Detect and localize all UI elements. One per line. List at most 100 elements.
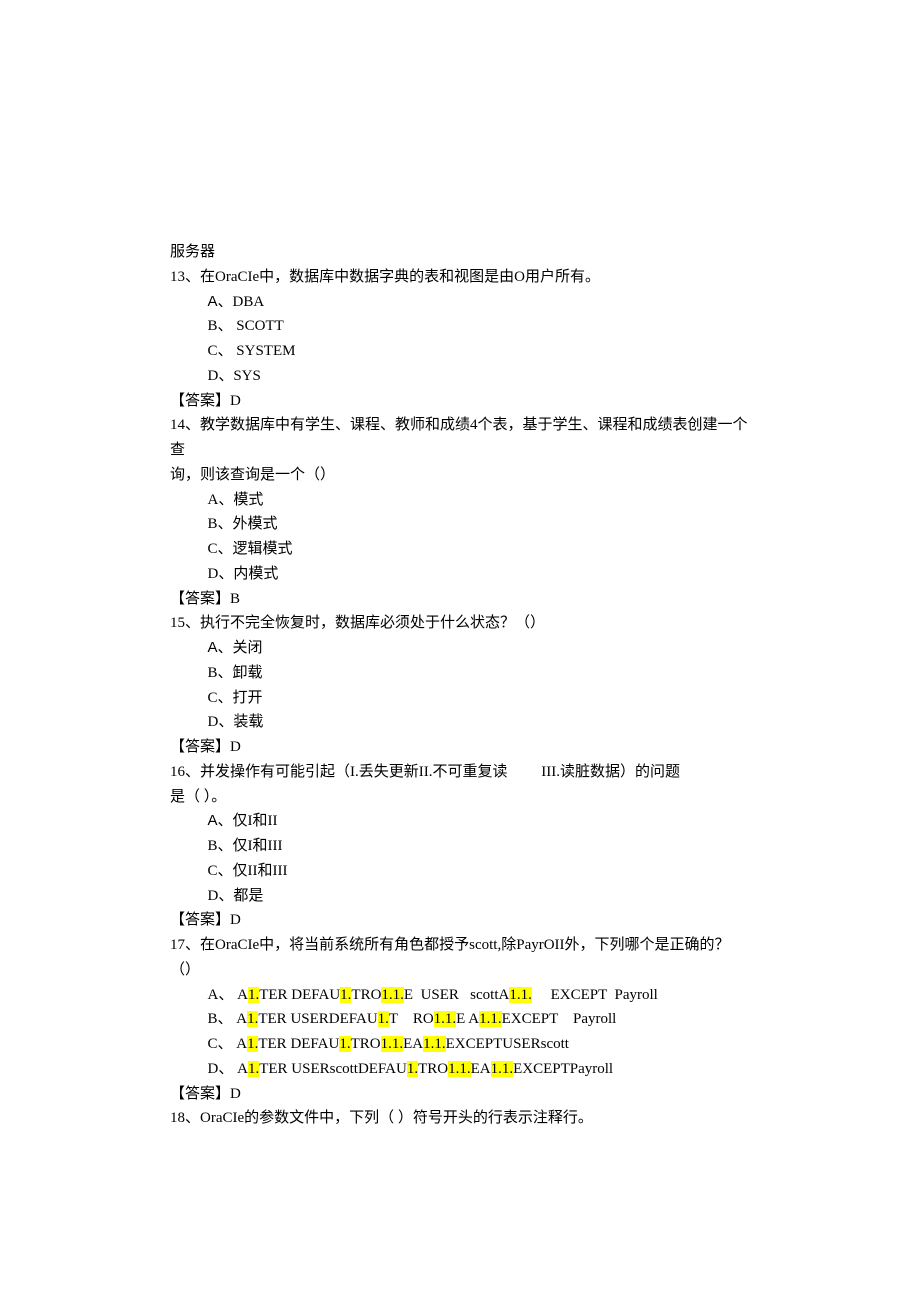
q13-opt-a: A、DBA xyxy=(170,290,750,315)
q18-text: 18、OraCIe的参数文件中，下列（ ）符号开头的行表示注释行。 xyxy=(170,1106,750,1131)
q14-opt-d: D、内模式 xyxy=(170,562,750,587)
option-letter: D、 xyxy=(208,1061,234,1077)
q16-opt-b: B、仅I和III xyxy=(170,834,750,859)
highlight: 1. xyxy=(407,1061,418,1077)
answer-value: D xyxy=(230,912,241,928)
highlight: 1.1. xyxy=(479,1011,502,1027)
q15-opt-a: A、关闭 xyxy=(170,636,750,661)
option-letter: D、 xyxy=(208,566,234,582)
option-text: 、关闭 xyxy=(218,640,263,656)
highlight: 1. xyxy=(339,1036,350,1052)
option-letter: C、 xyxy=(208,690,233,706)
q17-opt-a: A、 A1.TER DEFAU1.TRO1.1.E USER scottA1.1… xyxy=(170,983,750,1008)
option-letter: C、 xyxy=(208,541,233,557)
option-letter: C、 xyxy=(208,343,233,359)
option-letter: D、 xyxy=(208,714,234,730)
option-letter: C、 xyxy=(208,1036,233,1052)
option-letter: A xyxy=(208,293,218,310)
option-letter: A、 xyxy=(208,492,234,508)
option-text: SYSTEM xyxy=(233,343,296,359)
option-text: 打开 xyxy=(233,690,263,706)
highlight: 1.1. xyxy=(509,987,532,1003)
answer-label: 【答案】 xyxy=(170,1086,230,1102)
option-text: 卸载 xyxy=(233,665,263,681)
q16-answer: 【答案】D xyxy=(170,908,750,933)
option-letter: B、 xyxy=(208,1011,233,1027)
q17-opt-b: B、 A1.TER USERDEFAU1.T RO1.1.E A1.1.EXCE… xyxy=(170,1007,750,1032)
highlight: 1.1. xyxy=(423,1036,446,1052)
option-text: 外模式 xyxy=(233,516,278,532)
q16-text-1: 16、并发操作有可能引起（I.丢失更新II.不可重复读 III.读脏数据）的问题 xyxy=(170,760,750,785)
q13-opt-d: D、SYS xyxy=(170,364,750,389)
option-letter: A、 xyxy=(208,987,234,1003)
option-letter: B、 xyxy=(208,665,233,681)
option-text: 仅II和III xyxy=(233,863,288,879)
option-letter: D、 xyxy=(208,888,234,904)
option-text: 都是 xyxy=(233,888,263,904)
q17-opt-c: C、 A1.TER DEFAU1.TRO1.1.EA1.1.EXCEPTUSER… xyxy=(170,1032,750,1057)
answer-value: B xyxy=(230,591,240,607)
q15-opt-d: D、装载 xyxy=(170,710,750,735)
q14-opt-b: B、外模式 xyxy=(170,512,750,537)
q13-answer: 【答案】D xyxy=(170,389,750,414)
highlight: 1. xyxy=(378,1011,389,1027)
option-letter: B、 xyxy=(208,318,233,334)
highlight: 1.1. xyxy=(491,1061,514,1077)
q15-opt-c: C、打开 xyxy=(170,686,750,711)
q14-opt-a: A、模式 xyxy=(170,488,750,513)
q16-text-1b: III.读脏数据）的问题 xyxy=(541,764,680,780)
q17-opt-d: D、 A1.TER USERscottDEFAU1.TRO1.1.EA1.1.E… xyxy=(170,1057,750,1082)
q13-text: 13、在OraCIe中，数据库中数据字典的表和视图是由O用户所有。 xyxy=(170,265,750,290)
option-text: 模式 xyxy=(233,492,263,508)
highlight: 1. xyxy=(248,987,259,1003)
exam-page: 服务器 13、在OraCIe中，数据库中数据字典的表和视图是由O用户所有。 A、… xyxy=(0,0,920,1131)
highlight: 1.1. xyxy=(381,1036,404,1052)
q14-answer: 【答案】B xyxy=(170,587,750,612)
answer-label: 【答案】 xyxy=(170,393,230,409)
q16-text-2: 是（ ）。 xyxy=(170,785,750,810)
option-text: 仅I和III xyxy=(233,838,283,854)
highlight: 1.1. xyxy=(448,1061,471,1077)
q17-answer: 【答案】D xyxy=(170,1082,750,1107)
q16-opt-a: A、仅I和II xyxy=(170,809,750,834)
highlight: 1.1. xyxy=(434,1011,457,1027)
q15-text: 15、执行不完全恢复时，数据库必须处于什么状态？（） xyxy=(170,611,750,636)
option-text: 、仅I和II xyxy=(218,813,278,829)
option-letter: A xyxy=(208,639,218,656)
option-text: 、DBA xyxy=(218,294,265,310)
q14-opt-c: C、逻辑模式 xyxy=(170,537,750,562)
answer-value: D xyxy=(230,1086,241,1102)
option-text: SCOTT xyxy=(233,318,284,334)
q13-opt-c: C、 SYSTEM xyxy=(170,339,750,364)
option-letter: D、 xyxy=(208,368,234,384)
highlight: 1. xyxy=(247,1036,258,1052)
q16-text-1a: 16、并发操作有可能引起（I.丢失更新II.不可重复读 xyxy=(170,764,508,780)
q14-text-2: 询，则该查询是一个（） xyxy=(170,463,750,488)
q17-text-2: （） xyxy=(170,958,750,983)
answer-label: 【答案】 xyxy=(170,739,230,755)
q17-text-1: 17、在OraCIe中，将当前系统所有角色都授予scott,除PayrOII外，… xyxy=(170,933,750,958)
pre-text: 服务器 xyxy=(170,240,750,265)
highlight: 1. xyxy=(340,987,351,1003)
answer-value: D xyxy=(230,393,241,409)
option-text: SYS xyxy=(233,368,261,384)
highlight: 1. xyxy=(247,1011,258,1027)
option-text: 内模式 xyxy=(233,566,278,582)
q14-text-1: 14、教学数据库中有学生、课程、教师和成绩4个表，基于学生、课程和成绩表创建一个… xyxy=(170,413,750,463)
option-letter: B、 xyxy=(208,516,233,532)
option-text: 逻辑模式 xyxy=(233,541,293,557)
q15-opt-b: B、卸载 xyxy=(170,661,750,686)
option-letter: B、 xyxy=(208,838,233,854)
option-text: 装载 xyxy=(233,714,263,730)
answer-label: 【答案】 xyxy=(170,912,230,928)
option-letter: A xyxy=(208,812,218,829)
q15-answer: 【答案】D xyxy=(170,735,750,760)
q16-opt-d: D、都是 xyxy=(170,884,750,909)
answer-value: D xyxy=(230,739,241,755)
option-letter: C、 xyxy=(208,863,233,879)
highlight: 1. xyxy=(248,1061,259,1077)
q13-opt-b: B、 SCOTT xyxy=(170,314,750,339)
answer-label: 【答案】 xyxy=(170,591,230,607)
q16-opt-c: C、仅II和III xyxy=(170,859,750,884)
highlight: 1.1. xyxy=(381,987,404,1003)
